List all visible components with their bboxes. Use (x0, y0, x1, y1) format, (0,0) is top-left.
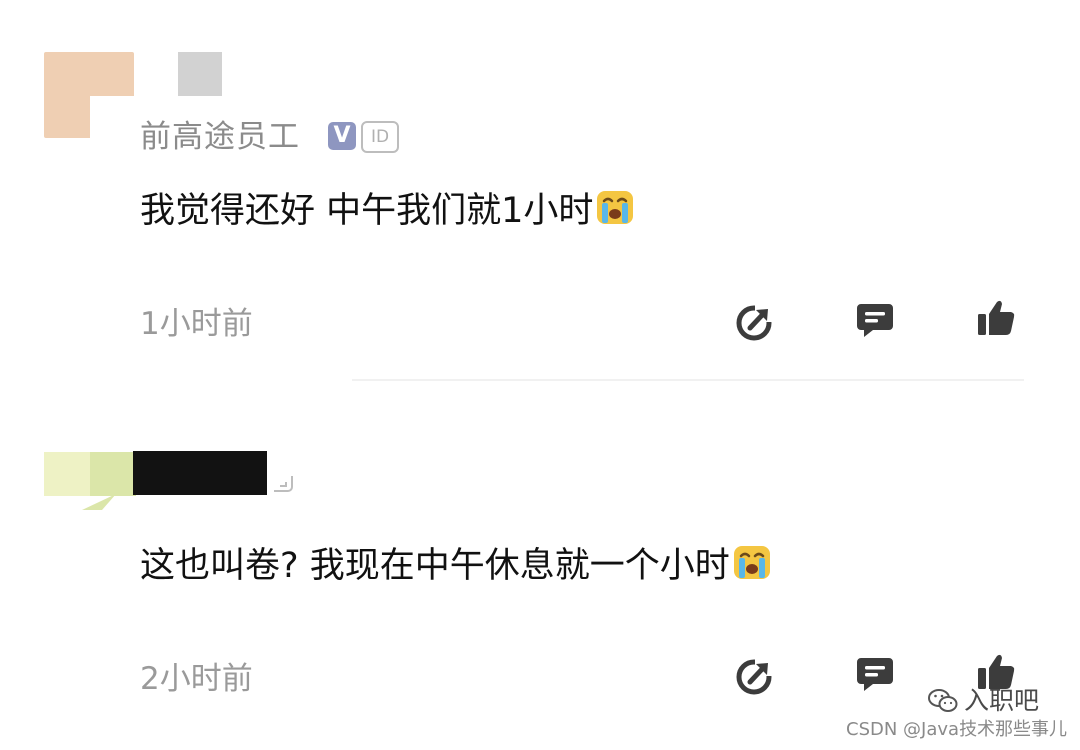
badge-fragment-icon (274, 476, 293, 492)
verified-badge-icon: V (328, 122, 356, 150)
watermark-source: CSDN @Java技术那些事儿 (846, 719, 1068, 740)
wechat-icon (928, 689, 958, 712)
comment-timestamp: 2小时前 (140, 661, 253, 697)
crying-face-emoji-icon (733, 546, 770, 579)
comment-timestamp: 1小时前 (140, 306, 253, 342)
avatar[interactable] (44, 452, 90, 496)
share-icon[interactable] (735, 656, 775, 696)
share-icon[interactable] (735, 302, 775, 342)
thumbs-up-icon[interactable] (976, 298, 1016, 338)
comment-text: 我觉得还好 中午我们就1小时 (140, 188, 635, 234)
comment-text-content: 我觉得还好 中午我们就1小时 (140, 191, 594, 231)
id-badge-icon: ID (361, 121, 399, 153)
reply-icon[interactable] (855, 300, 895, 340)
comment-divider (352, 379, 1024, 381)
comment-text: 这也叫卷? 我现在中午休息就一个小时 (140, 543, 772, 589)
comment-username[interactable]: 前高途员工 (140, 116, 300, 158)
redacted-area (133, 451, 267, 495)
avatar-tail (82, 494, 116, 510)
avatar-overlay (90, 452, 136, 496)
redacted-area (178, 52, 222, 96)
avatar-mask (90, 96, 134, 138)
watermark-label: 入职吧 (964, 686, 1040, 715)
comment-text-content: 这也叫卷? 我现在中午休息就一个小时 (140, 546, 730, 586)
crying-face-emoji-icon (597, 191, 634, 224)
reply-icon[interactable] (855, 654, 895, 694)
